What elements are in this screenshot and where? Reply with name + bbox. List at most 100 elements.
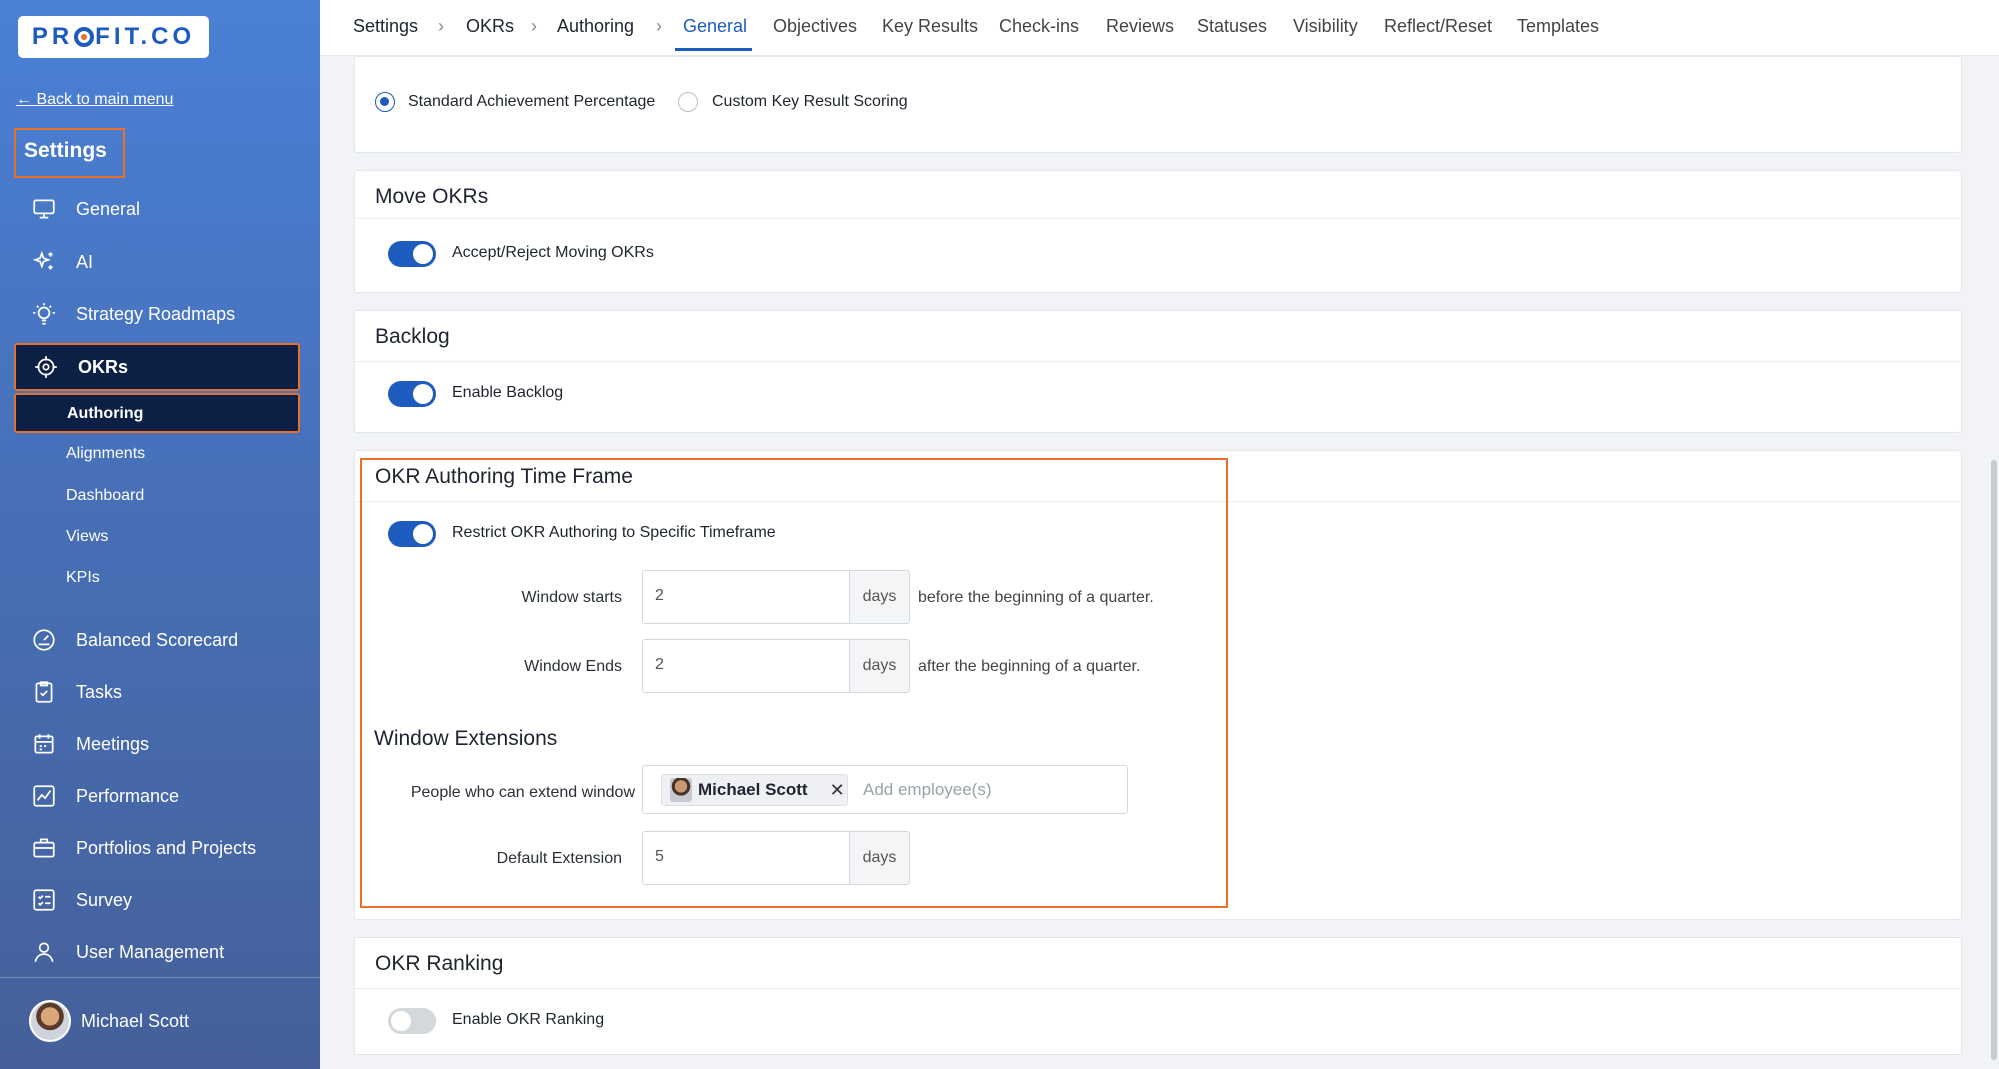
profit-co-logo[interactable]: PR FIT.CO [18,16,209,58]
radio-custom-scoring[interactable] [678,92,698,112]
person-chip-name: Michael Scott [698,780,808,799]
sparkle-icon [30,248,58,276]
sidebar-item-label: OKRs [78,356,129,377]
logo-text-pre: PR [31,23,74,50]
sidebar-item-label: Portfolios and Projects [76,837,257,858]
sidebar-item-label: User Management [76,941,225,962]
sidebar-subitem-dashboard[interactable]: Dashboard [66,487,144,505]
sidebar-item-strategy-roadmaps[interactable]: Strategy Roadmaps [14,292,300,336]
ranking-toggle[interactable] [388,1008,436,1034]
sidebar-item-survey[interactable]: Survey [14,878,300,922]
card-divider [355,988,1961,989]
people-picker[interactable]: Michael Scott ✕ Add employee(s) [642,765,1128,814]
avatar [29,1000,71,1042]
sidebar-item-label: General [76,198,141,219]
window-starts-help: before the beginning of a quarter. [918,589,1154,606]
tab-check-ins[interactable]: Check-ins [999,16,1079,37]
target-icon [32,353,60,381]
window-starts-label: Window starts [521,589,622,606]
ranking-card: OKR Ranking Enable OKR Ranking [354,937,1962,1055]
window-starts-input[interactable]: 2 [642,570,850,624]
sidebar-item-label: Tasks [76,681,123,702]
tab-key-results[interactable]: Key Results [882,16,978,37]
move-okrs-toggle-label: Accept/Reject Moving OKRs [452,244,654,261]
lightbulb-icon [30,300,58,328]
radio-standard-achievement[interactable] [375,92,395,112]
people-extend-label: People who can extend window [410,784,635,801]
backlog-toggle[interactable] [388,381,436,407]
sidebar-item-label: AI [76,251,94,272]
breadcrumb-settings[interactable]: Settings [353,16,418,37]
move-okrs-toggle[interactable] [388,241,436,267]
sidebar-item-label: Performance [76,785,180,806]
sidebar-item-meetings[interactable]: Meetings [14,722,300,766]
person-chip: Michael Scott ✕ [661,774,848,806]
clipboard-check-icon [30,678,58,706]
active-tab-indicator [675,48,752,51]
sidebar-subitem-alignments[interactable]: Alignments [66,445,145,463]
remove-person-icon[interactable]: ✕ [830,780,845,801]
sidebar-item-general[interactable]: General [14,187,300,231]
sidebar-item-portfolios-and-projects[interactable]: Portfolios and Projects [14,826,300,870]
days-unit: days [850,831,910,885]
sidebar-item-label: Survey [76,889,133,910]
calendar-icon [30,730,58,758]
sidebar-subitem-views[interactable]: Views [66,528,108,546]
window-starts-input-group: 2 days [642,570,910,624]
move-okrs-title: Move OKRs [375,185,489,208]
add-employee-input[interactable]: Add employee(s) [863,780,992,800]
logo-target-mark [74,27,95,47]
backlog-toggle-label: Enable Backlog [452,384,564,401]
tab-general[interactable]: General [683,16,747,37]
logo-text-post: FIT.CO [95,23,196,50]
window-ends-help: after the beginning of a quarter. [918,658,1141,675]
window-ends-label: Window Ends [524,658,622,675]
user-name: Michael Scott [81,1010,190,1031]
scrollbar[interactable] [1991,460,1997,1060]
briefcase-icon [30,834,58,862]
trend-icon [30,782,58,810]
sidebar-item-label: Balanced Scorecard [76,629,239,650]
tab-visibility[interactable]: Visibility [1293,16,1358,37]
card-divider [355,361,1961,362]
default-extension-input[interactable]: 5 [642,831,850,885]
tab-objectives[interactable]: Objectives [773,16,857,37]
radio-custom-label: Custom Key Result Scoring [712,93,908,110]
window-ends-input[interactable]: 2 [642,639,850,693]
sidebar-item-user-management[interactable]: User Management [14,930,300,974]
checklist-icon [30,886,58,914]
days-unit: days [850,639,910,693]
radio-standard-label: Standard Achievement Percentage [408,93,656,110]
breadcrumb-separator: › [531,16,537,36]
monitor-icon [30,195,58,223]
avatar [670,778,692,802]
breadcrumb-okrs[interactable]: OKRs [466,16,514,37]
sidebar-item-performance[interactable]: Performance [14,774,300,818]
current-user[interactable]: Michael Scott [29,1000,189,1042]
breadcrumb-authoring[interactable]: Authoring [557,16,634,37]
tab-statuses[interactable]: Statuses [1197,16,1267,37]
sidebar-item-okrs[interactable]: OKRs [14,343,300,391]
ranking-title: OKR Ranking [375,952,504,975]
backlog-title: Backlog [375,325,450,348]
sidebar-divider [0,977,320,978]
default-extension-label: Default Extension [496,850,622,867]
sidebar-item-label: Strategy Roadmaps [76,303,236,324]
window-ends-input-group: 2 days [642,639,910,693]
settings-title: Settings [14,128,125,178]
back-to-main-menu-link[interactable]: ← Back to main menu [16,91,173,109]
breadcrumb-separator: › [656,16,662,36]
sidebar-item-ai[interactable]: AI [14,240,300,284]
sidebar-item-balanced-scorecard[interactable]: Balanced Scorecard [14,618,300,662]
move-okrs-card: Move OKRs Accept/Reject Moving OKRs [354,170,1962,293]
tab-reviews[interactable]: Reviews [1106,16,1174,37]
tab-templates[interactable]: Templates [1517,16,1599,37]
gauge-icon [30,626,58,654]
sidebar-subitem-kpis[interactable]: KPIs [66,569,100,587]
days-unit: days [850,570,910,624]
sidebar-subitem-authoring[interactable]: Authoring [14,393,300,433]
card-divider [355,218,1961,219]
tab-reflect-reset[interactable]: Reflect/Reset [1384,16,1492,37]
sidebar-item-tasks[interactable]: Tasks [14,670,300,714]
sidebar: PR FIT.CO ← Back to main menu Settings Ge… [0,0,320,1069]
